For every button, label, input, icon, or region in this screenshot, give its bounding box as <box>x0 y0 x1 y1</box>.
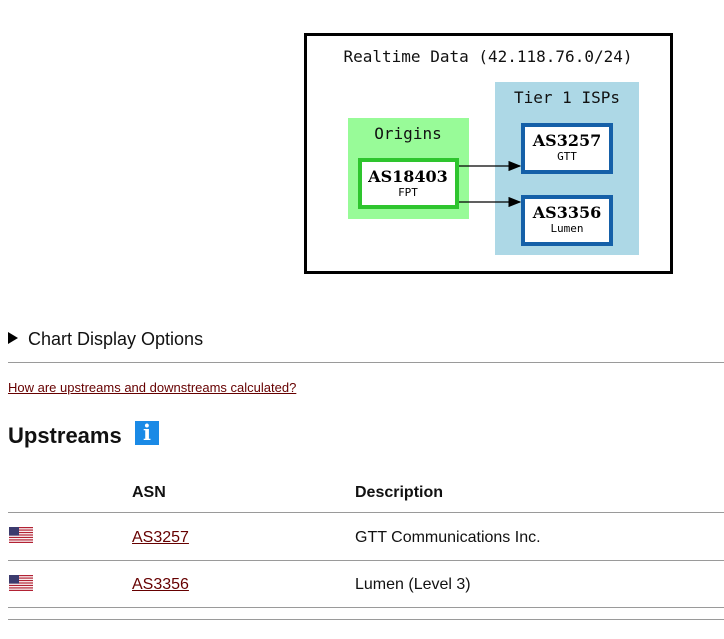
chart-display-options-label: Chart Display Options <box>28 329 204 349</box>
node-as3257[interactable]: AS3257 GTT <box>521 123 613 174</box>
node-as3257-asn: AS3257 <box>532 131 602 150</box>
info-icon[interactable]: i <box>135 421 159 445</box>
upstreams-heading: Upstreams <box>8 423 122 448</box>
peering-graph: Realtime Data (42.118.76.0/24) Origins T… <box>304 33 673 274</box>
table-row-description: GTT Communications Inc. <box>355 529 541 546</box>
node-as3257-name: GTT <box>557 150 577 163</box>
column-header-asn: ASN <box>132 484 166 501</box>
chart-display-options-toggle[interactable]: Chart Display Options <box>8 329 203 350</box>
us-flag-icon <box>9 527 33 543</box>
node-as3356-name: Lumen <box>550 222 583 235</box>
table-row-asn-link[interactable]: AS3257 <box>132 529 189 547</box>
node-as18403-asn: AS18403 <box>367 167 448 186</box>
divider <box>8 362 724 363</box>
disclosure-triangle-icon <box>8 332 18 344</box>
tier1-label: Tier 1 ISPs <box>514 88 620 107</box>
calculation-help-link[interactable]: How are upstreams and downstreams calcul… <box>8 380 296 395</box>
origins-label: Origins <box>374 124 441 143</box>
node-as18403-name: FPT <box>398 186 418 199</box>
node-as18403[interactable]: AS18403 FPT <box>358 158 459 209</box>
graph-title: Realtime Data (42.118.76.0/24) <box>344 47 633 66</box>
table-row-asn-link[interactable]: AS3356 <box>132 576 189 594</box>
table-row-divider <box>8 607 724 608</box>
table-row-divider <box>8 560 724 561</box>
us-flag-icon <box>9 575 33 591</box>
node-as3356[interactable]: AS3356 Lumen <box>521 195 613 246</box>
node-as3356-asn: AS3356 <box>532 203 602 222</box>
column-header-description: Description <box>355 484 444 501</box>
table-header-divider <box>8 512 724 513</box>
table-row-description: Lumen (Level 3) <box>355 576 471 593</box>
table-bottom-divider <box>8 619 724 620</box>
